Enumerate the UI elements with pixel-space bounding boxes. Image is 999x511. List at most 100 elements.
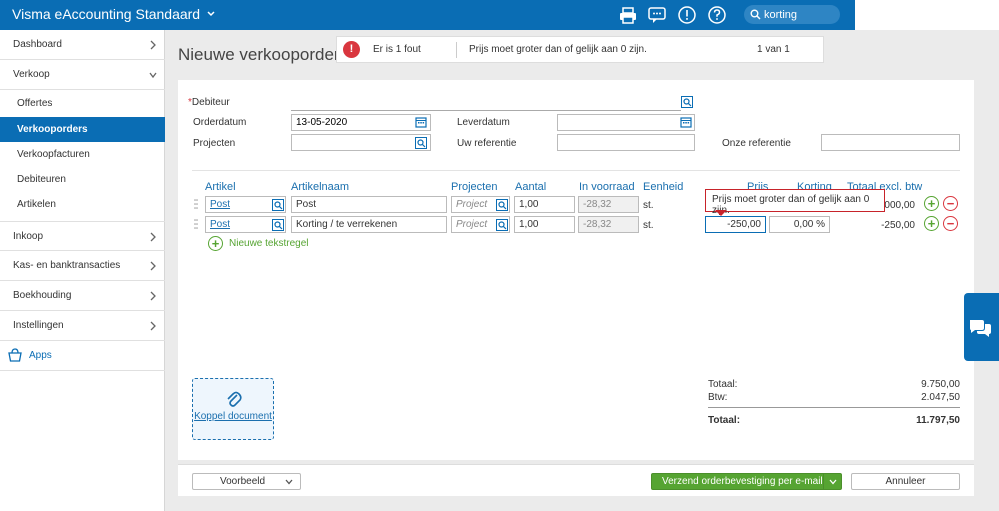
attach-document-label: Koppel document xyxy=(194,411,272,422)
sidebar-item-boekhouding[interactable]: Boekhouding xyxy=(0,281,165,311)
sidebar-item-label: Instellingen xyxy=(13,320,64,331)
row2-voorraad-value: -28,32 xyxy=(578,216,639,233)
error-message[interactable]: Prijs moet groter dan of gelijk aan 0 zi… xyxy=(469,44,647,55)
lookup-icon[interactable] xyxy=(496,199,508,211)
basket-icon xyxy=(8,348,22,362)
chat-bubbles-icon xyxy=(970,320,991,337)
help-icon[interactable] xyxy=(707,5,727,25)
chat-icon[interactable] xyxy=(647,5,667,25)
lookup-icon[interactable] xyxy=(272,199,284,211)
row2-totaal: -250,00 xyxy=(881,220,915,231)
sidebar-item-label: Inkoop xyxy=(13,231,44,242)
col-header-eenheid: Eenheid xyxy=(643,181,684,193)
drag-handle-icon[interactable] xyxy=(194,198,198,210)
debiteur-label: *Debiteur xyxy=(188,97,230,108)
lookup-icon[interactable] xyxy=(272,219,284,231)
leverdatum-label: Leverdatum xyxy=(457,117,510,128)
leverdatum-input[interactable] xyxy=(557,114,695,131)
divider xyxy=(456,42,457,58)
error-tooltip: Prijs moet groter dan of gelijk aan 0 zi… xyxy=(705,189,885,216)
totaal-value: 9.750,00 xyxy=(921,379,960,390)
cancel-button[interactable]: Annuleer xyxy=(851,473,960,490)
col-header-artikelnaam: Artikelnaam xyxy=(291,181,350,193)
divider xyxy=(192,170,960,171)
lookup-icon[interactable] xyxy=(496,219,508,231)
sidebar-item-label: Dashboard xyxy=(13,39,62,50)
uw-referentie-label: Uw referentie xyxy=(457,138,517,149)
calendar-icon[interactable] xyxy=(680,116,692,128)
sidebar-subitem-label: Offertes xyxy=(17,98,53,109)
row1-artikelnaam-input[interactable]: Post xyxy=(291,196,447,213)
row1-aantal-input[interactable]: 1,00 xyxy=(514,196,575,213)
row2-aantal-input[interactable]: 1,00 xyxy=(514,216,575,233)
top-bar: Visma eAccounting Standaard xyxy=(0,0,855,30)
sidebar-subitem-debiteuren[interactable]: Debiteuren xyxy=(0,167,165,192)
divider xyxy=(708,407,960,408)
sidebar-item-inkoop[interactable]: Inkoop xyxy=(0,221,165,251)
sidebar-item-kas-bank[interactable]: Kas- en banktransacties xyxy=(0,251,165,281)
totaal-label: Totaal: xyxy=(708,379,738,390)
paperclip-icon xyxy=(227,391,242,407)
sidebar-subitem-artikelen[interactable]: Artikelen xyxy=(0,192,165,217)
error-bar: ! Er is 1 fout Prijs moet groter dan of … xyxy=(336,36,824,63)
row1-voorraad-value: -28,32 xyxy=(578,196,639,213)
sidebar-item-apps[interactable]: Apps xyxy=(0,341,165,371)
lookup-icon[interactable] xyxy=(681,96,693,108)
orderdatum-label: Orderdatum xyxy=(193,117,247,128)
sidebar-item-instellingen[interactable]: Instellingen xyxy=(0,311,165,341)
remove-line-button[interactable]: − xyxy=(943,196,958,211)
uw-referentie-input[interactable] xyxy=(557,134,695,151)
lookup-icon[interactable] xyxy=(415,137,427,149)
onze-referentie-input[interactable] xyxy=(821,134,960,151)
plus-icon: + xyxy=(208,236,223,251)
app-title[interactable]: Visma eAccounting Standaard xyxy=(12,6,200,22)
row2-korting-input[interactable]: 0,00 % xyxy=(769,216,830,233)
search-box[interactable] xyxy=(744,5,840,24)
error-pager: 1 van 1 xyxy=(757,44,790,55)
send-confirmation-button[interactable]: Verzend orderbevestiging per e-mail xyxy=(651,473,842,490)
add-line-button[interactable]: + xyxy=(924,196,939,211)
orderdatum-input[interactable] xyxy=(291,114,431,131)
chevron-right-icon xyxy=(150,40,156,50)
grand-total-value: 11.797,50 xyxy=(916,415,960,426)
sidebar-subitem-offertes[interactable]: Offertes xyxy=(0,91,165,116)
attach-document-dropzone[interactable]: Koppel document xyxy=(192,378,274,440)
sidebar-subitem-label: Verkooporders xyxy=(17,124,88,135)
print-icon[interactable] xyxy=(618,5,638,25)
sidebar-item-verkoop[interactable]: Verkoop xyxy=(0,60,165,90)
chevron-down-icon[interactable] xyxy=(206,7,216,21)
chevron-down-icon xyxy=(285,479,293,485)
search-input[interactable] xyxy=(764,7,836,22)
sidebar-item-label: Apps xyxy=(29,350,52,361)
sidebar-subitem-verkoopfacturen[interactable]: Verkoopfacturen xyxy=(0,142,165,167)
page-title: Nieuwe verkooporder xyxy=(178,45,340,64)
projecten-label: Projecten xyxy=(193,138,236,149)
sidebar-subitem-label: Debiteuren xyxy=(17,174,66,185)
sidebar-subitem-label: Artikelen xyxy=(17,199,56,210)
chevron-right-icon xyxy=(150,232,156,242)
row2-artikelnaam-input[interactable]: Korting / te verrekenen xyxy=(291,216,447,233)
chevron-right-icon xyxy=(150,291,156,301)
drag-handle-icon[interactable] xyxy=(194,218,198,230)
debiteur-input[interactable] xyxy=(291,94,681,111)
sidebar-subitem-verkooporders[interactable]: Verkooporders xyxy=(0,117,165,142)
sidebar-item-dashboard[interactable]: Dashboard xyxy=(0,30,165,60)
col-header-projecten: Projecten xyxy=(451,181,498,193)
sidebar: Dashboard Verkoop Offertes Verkooporders… xyxy=(0,30,165,511)
col-header-artikel: Artikel xyxy=(205,181,236,193)
projecten-input[interactable] xyxy=(291,134,431,151)
sidebar-item-label: Verkoop xyxy=(13,69,50,80)
error-icon: ! xyxy=(343,41,360,58)
send-options-toggle[interactable] xyxy=(823,474,841,489)
sidebar-item-label: Boekhouding xyxy=(13,290,72,301)
preview-button[interactable]: Voorbeeld xyxy=(192,473,301,490)
row2-prijs-input[interactable]: -250,00 xyxy=(705,216,766,233)
calendar-icon[interactable] xyxy=(415,116,427,128)
remove-line-button[interactable]: − xyxy=(943,216,958,231)
onze-referentie-label: Onze referentie xyxy=(722,138,791,149)
support-chat-tab[interactable] xyxy=(964,293,999,361)
sidebar-item-label: Kas- en banktransacties xyxy=(13,260,121,271)
new-text-line-label: Nieuwe tekstregel xyxy=(229,238,309,249)
add-line-button[interactable]: + xyxy=(924,216,939,231)
alert-icon[interactable] xyxy=(677,5,697,25)
